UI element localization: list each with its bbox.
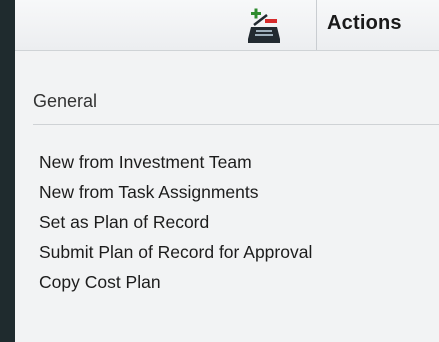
set-as-plan-of-record-item[interactable]: Set as Plan of Record [39, 211, 439, 241]
new-from-task-assignments-item[interactable]: New from Task Assignments [39, 181, 439, 211]
submit-plan-for-approval-item[interactable]: Submit Plan of Record for Approval [39, 241, 439, 271]
section-divider [33, 124, 439, 125]
actions-panel: Actions General New from Investment Team… [15, 0, 439, 342]
tasks-icon[interactable] [245, 8, 283, 44]
toolbar: Actions [15, 0, 439, 51]
toolbar-divider [316, 0, 317, 50]
general-actions-list: New from Investment Team New from Task A… [39, 151, 439, 301]
new-from-investment-team-item[interactable]: New from Investment Team [39, 151, 439, 181]
copy-cost-plan-item[interactable]: Copy Cost Plan [39, 271, 439, 301]
actions-tab-label[interactable]: Actions [327, 12, 402, 35]
section-title-general: General [33, 91, 98, 111]
